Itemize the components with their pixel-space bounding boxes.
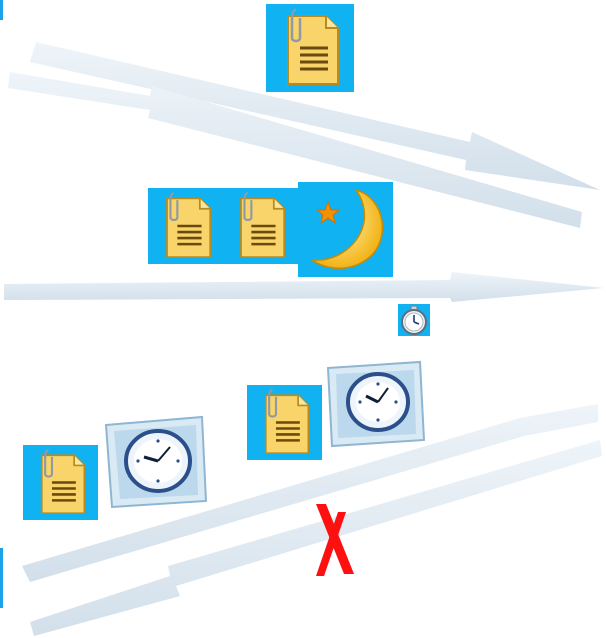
zigzag-arrows: [4, 42, 604, 636]
document-icon: [40, 449, 86, 515]
document-icon-tile-top[interactable]: [266, 4, 354, 92]
document-icon: [287, 8, 339, 85]
document-icon: [240, 192, 286, 258]
clock-icon-right[interactable]: [322, 360, 426, 448]
clock-icon: [104, 415, 208, 509]
document-icon-tile-lower-right[interactable]: [247, 385, 322, 460]
clock-icon: [326, 360, 426, 448]
stopwatch-icon-tile[interactable]: [398, 304, 430, 336]
clock-icon-left[interactable]: [102, 413, 210, 509]
moon-star-icon-tile[interactable]: [298, 182, 393, 277]
document-icon-tile-lower-left[interactable]: [23, 445, 98, 520]
document-icon-tile-mid-2[interactable]: [222, 188, 298, 264]
red-cross-icon: [310, 502, 356, 578]
document-icon: [264, 389, 310, 455]
red-cross-shape: [316, 504, 354, 576]
document-icon-tile-mid-1[interactable]: [148, 188, 224, 264]
document-icon: [166, 192, 212, 258]
moon-star-icon: [309, 188, 384, 269]
stopwatch-icon: [401, 305, 427, 335]
